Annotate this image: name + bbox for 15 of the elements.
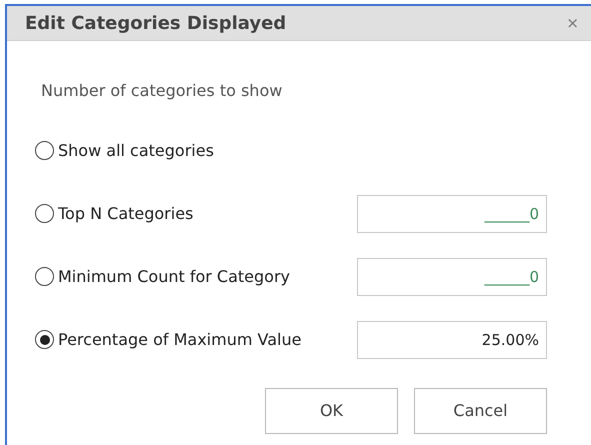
- ok-button[interactable]: OK: [265, 388, 398, 434]
- option-label: Minimum Count for Category: [58, 266, 290, 288]
- section-heading: Number of categories to show: [41, 80, 284, 102]
- option-label: Show all categories: [58, 140, 214, 162]
- input-field[interactable]: ______0: [357, 258, 547, 296]
- radio-button[interactable]: [35, 330, 54, 349]
- input-field[interactable]: 25.00%: [357, 320, 547, 358]
- input-field[interactable]: ______0: [357, 194, 547, 232]
- cancel-button[interactable]: Cancel: [414, 388, 547, 434]
- radio-button[interactable]: [35, 204, 54, 223]
- radio-button[interactable]: [35, 141, 54, 160]
- window-title: Edit Categories Displayed: [25, 12, 286, 36]
- radio-button[interactable]: [35, 267, 54, 286]
- option-label: Top N Categories: [58, 202, 194, 224]
- option-label: Percentage of Maximum Value: [58, 328, 302, 350]
